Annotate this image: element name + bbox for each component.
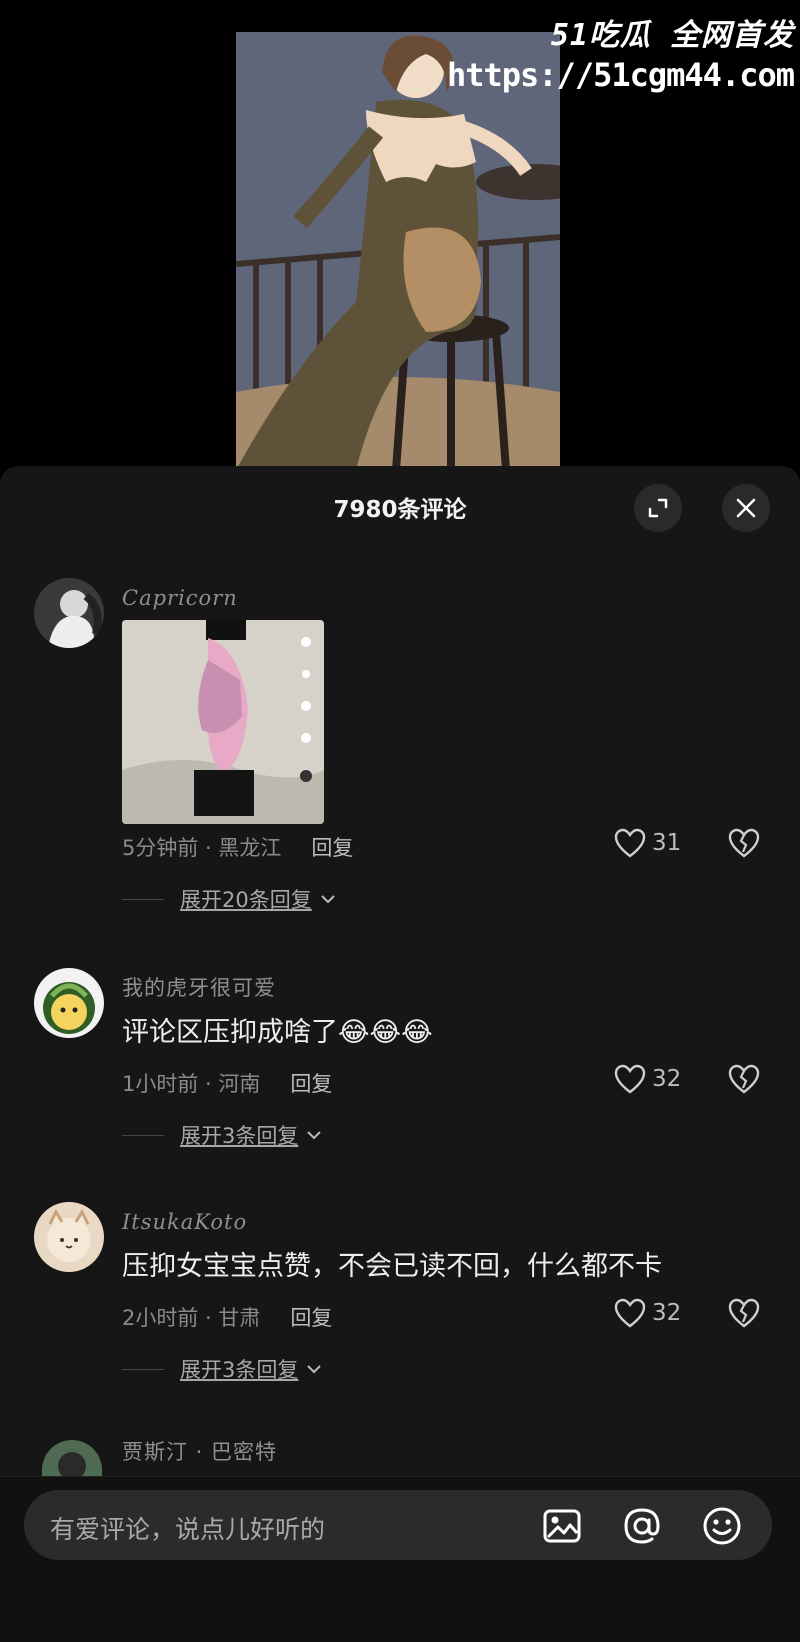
expand-replies-label: 展开3条回复 (180, 1358, 299, 1382)
comment-username[interactable]: Capricorn (122, 586, 238, 610)
comment-input-placeholder: 有爱评论，说点儿好听的 (50, 1515, 326, 1544)
mention-button[interactable] (622, 1506, 662, 1546)
expand-replies-label: 展开20条回复 (180, 888, 312, 912)
image-button[interactable] (542, 1506, 582, 1546)
dislike-button[interactable] (728, 828, 760, 862)
divider (122, 1134, 164, 1136)
reply-button[interactable]: 回复 (290, 1072, 332, 1096)
comment-username[interactable]: ItsukaKoto (122, 1210, 247, 1234)
comment-meta: 1小时前 · 河南 回复 (122, 1068, 332, 1098)
heart-icon (614, 828, 646, 858)
like-button[interactable]: 31 (614, 828, 681, 858)
broken-heart-icon (728, 1064, 760, 1094)
video-area[interactable]: 51吃瓜 全网首发 https://51cgm44.com (0, 0, 800, 470)
dislike-button[interactable] (728, 1064, 760, 1098)
reply-button[interactable]: 回复 (290, 1306, 332, 1330)
comment-username[interactable]: 贾斯汀 · 巴密特 (122, 1436, 277, 1466)
watermark-brand: 51吃瓜 全网首发 (550, 18, 794, 53)
comment-text: 压抑女宝宝点赞，不会已读不回，什么都不卡 (122, 1251, 662, 1282)
heart-icon (614, 1298, 646, 1328)
chevron-down-icon (307, 1365, 322, 1374)
like-count: 32 (652, 1300, 682, 1326)
comment-time-location: 1小时前 · 河南 (122, 1072, 261, 1096)
avatar[interactable] (42, 1440, 102, 1476)
watermark-url: https://51cgm44.com (446, 56, 795, 94)
close-button[interactable] (722, 484, 770, 532)
chevron-down-icon (321, 895, 335, 904)
emoji-button[interactable] (702, 1506, 742, 1546)
broken-heart-icon (728, 828, 760, 858)
comment-time-location: 2小时前 · 甘肃 (122, 1306, 261, 1330)
comment-input-bar: 有爱评论，说点儿好听的 (0, 1476, 800, 1642)
chevron-down-icon (307, 1131, 322, 1140)
comment-input[interactable]: 有爱评论，说点儿好听的 (24, 1490, 772, 1560)
avatar[interactable] (34, 1202, 104, 1272)
comment-meta: 5分钟前 · 黑龙江 回复 (122, 832, 353, 862)
like-button[interactable]: 32 (614, 1064, 681, 1094)
broken-heart-icon (728, 1298, 760, 1328)
video-frame[interactable] (236, 32, 560, 470)
avatar[interactable] (34, 578, 104, 648)
expand-replies[interactable]: 展开20条回复 (122, 884, 338, 914)
dislike-button[interactable] (728, 1298, 760, 1332)
comment-sheet: 7980条评论 Capricorn 5分钟前 · 黑龙江 回复 31 展开20条… (0, 466, 800, 1641)
video-illustration (236, 32, 560, 470)
divider (122, 1368, 164, 1370)
expand-replies[interactable]: 展开3条回复 (122, 1354, 324, 1384)
close-icon (736, 498, 756, 518)
like-button[interactable]: 32 (614, 1298, 681, 1328)
comment-time-location: 5分钟前 · 黑龙江 (122, 836, 282, 860)
expand-button[interactable] (634, 484, 682, 532)
expand-replies-label: 展开3条回复 (180, 1124, 299, 1148)
reply-button[interactable]: 回复 (311, 836, 353, 860)
heart-icon (614, 1064, 646, 1094)
expand-replies[interactable]: 展开3条回复 (122, 1120, 324, 1150)
like-count: 31 (652, 830, 682, 856)
watermark: 51吃瓜 全网首发 https://51cgm44.com (446, 10, 795, 94)
at-icon (624, 1508, 660, 1544)
comment-image[interactable] (122, 620, 324, 824)
comment-text: 评论区压抑成啥了😂😂😂 (122, 1017, 433, 1048)
comment-username[interactable]: 我的虎牙很可爱 (122, 972, 276, 1002)
expand-icon (648, 498, 668, 518)
image-icon (543, 1509, 581, 1543)
divider (122, 898, 164, 900)
avatar[interactable] (34, 968, 104, 1038)
comment-meta: 2小时前 · 甘肃 回复 (122, 1302, 332, 1332)
like-count: 32 (652, 1066, 682, 1092)
emoji-icon (703, 1507, 741, 1545)
